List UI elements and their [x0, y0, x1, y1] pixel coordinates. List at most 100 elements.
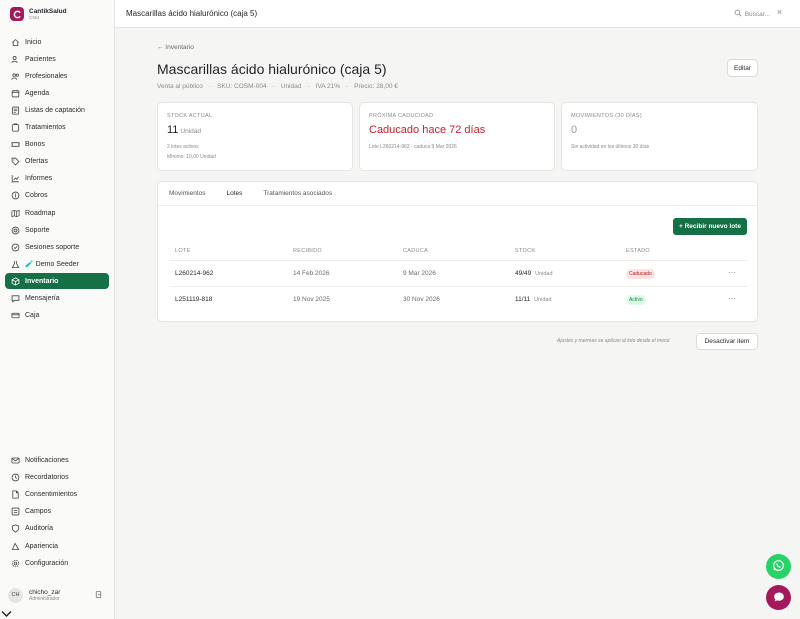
search-shortcut: ⌘ [777, 10, 782, 16]
sidebar-item-ofertas[interactable]: Ofertas [5, 153, 109, 169]
sidebar-item-demo-seeder[interactable]: 🧪 Demo Seeder [5, 256, 109, 272]
sidebar-item-informes[interactable]: Informes [5, 170, 109, 186]
message-icon [10, 293, 20, 303]
sidebar-item-recordatorios[interactable]: Recordatorios [5, 469, 109, 485]
stock-card: STOCK ACTUAL 11 Unidad 2 lotes activos Mí… [157, 102, 353, 171]
cash-icon [10, 310, 20, 320]
sidebar-item-label: Configuración [25, 559, 69, 567]
user-name: chicho_zar [29, 588, 61, 596]
flask-icon [10, 259, 20, 269]
sidebar-item-label: Informes [25, 174, 53, 182]
table-header: LOTE RECIBIDO CADUCA STOCK ESTADO [169, 242, 748, 261]
expiry-card-value: Caducado hace 72 días [369, 124, 486, 136]
deactivate-item-button[interactable]: Desactivar item [696, 333, 758, 350]
sidebar-item-label: Recordatorios [25, 473, 69, 481]
sidebar-item-configuracion[interactable]: Configuración [5, 555, 109, 571]
sidebar-item-profesionales[interactable]: Profesionales [5, 68, 109, 84]
support-icon [10, 225, 20, 235]
stock-card-value: 11 Unidad [167, 124, 343, 136]
brand-name: CantikSalud [29, 7, 67, 15]
sidebar-item-caja[interactable]: Caja [5, 307, 109, 323]
sidebar-item-apariencia[interactable]: Apariencia [5, 538, 109, 554]
clock-icon [10, 472, 20, 482]
more-options-icon[interactable]: ⋯ [728, 294, 736, 303]
search-input[interactable]: Buscar... [734, 9, 770, 19]
sidebar-item-label: Soporte [25, 226, 50, 234]
sidebar-item-inicio[interactable]: Inicio [5, 34, 109, 50]
lots-panel: Movimientos Lotes Tratamientos asociados… [157, 181, 758, 322]
adjustments-note: Ajustes y mermas se aplican al lote desd… [557, 338, 670, 344]
meta-sku: SKU: COSM-004 [217, 83, 267, 90]
table-row[interactable]: L260214-962 14 Feb 2026 9 Mar 2026 49/49… [169, 261, 748, 287]
sidebar-item-campos[interactable]: Campos [5, 503, 109, 519]
sidebar-item-label: Cobros [25, 191, 48, 199]
expiry-card-label: PRÓXIMA CADUCIDAD [369, 113, 434, 119]
sidebar-item-inventario[interactable]: Inventario [5, 273, 109, 289]
sidebar-item-label: Caja [25, 311, 40, 319]
tab-lotes[interactable]: Lotes [226, 190, 242, 197]
brand-sub: CSM [29, 14, 39, 20]
sidebar-item-auditoria[interactable]: Auditoría [5, 520, 109, 536]
whatsapp-button[interactable] [766, 554, 791, 579]
table-row[interactable]: L251119-818 19 Nov 2025 30 Nov 2026 11/1… [169, 287, 748, 313]
brand[interactable]: CantikSalud CSM [0, 0, 114, 28]
user-role: Administrador [29, 595, 60, 602]
column-header-stock: STOCK [515, 248, 536, 254]
meta-price: Precio: 28,00 € [354, 83, 398, 90]
sidebar-item-pacientes[interactable]: Pacientes [5, 51, 109, 67]
chart-icon [10, 173, 20, 183]
sidebar-item-label: Auditoría [25, 524, 54, 532]
home-icon [10, 37, 20, 47]
logout-icon[interactable] [94, 590, 103, 601]
back-link[interactable]: ← Inventario [157, 44, 194, 51]
calendar-icon [10, 88, 20, 98]
list-icon [10, 105, 20, 115]
sidebar-item-cobros[interactable]: Cobros [5, 187, 109, 203]
gear-icon [10, 558, 20, 568]
sidebar-item-label: Campos [25, 507, 52, 515]
sidebar-item-soporte[interactable]: Soporte [5, 222, 109, 238]
minimum-stock-text: Mínimo: 10,00 Unidad [167, 154, 216, 160]
tag-icon [10, 156, 20, 166]
palette-icon [10, 541, 20, 551]
fields-icon [10, 506, 20, 516]
active-lots-text: 2 lotes activos [167, 144, 199, 150]
sidebar-item-agenda[interactable]: Agenda [5, 85, 109, 101]
lot-stock-value: 11/11 [515, 296, 531, 303]
sidebar-item-consentimientos[interactable]: Consentimientos [5, 486, 109, 502]
sidebar-item-mensajeria[interactable]: Mensajería [5, 290, 109, 306]
users-icon [10, 54, 20, 64]
sidebar-item-label: Tratamientos [25, 123, 66, 131]
sidebar-item-sesiones-soporte[interactable]: Sesiones soporte [5, 239, 109, 255]
tab-movimientos[interactable]: Movimientos [169, 190, 205, 197]
status-badge: Caducado [626, 269, 655, 279]
sidebar-item-label: Roadmap [25, 209, 56, 217]
user-group-icon [10, 71, 20, 81]
sidebar-item-label: Apariencia [25, 542, 59, 550]
tab-bar: Movimientos Lotes Tratamientos asociados [158, 182, 757, 206]
expiry-card: PRÓXIMA CADUCIDAD Caducado hace 72 días … [359, 102, 555, 171]
brand-logo-icon [10, 7, 24, 21]
meta-category: Venta al público [157, 83, 203, 90]
user-profile[interactable]: CH chicho_zar Administrador [5, 583, 109, 607]
sidebar-item-label: Consentimientos [25, 490, 78, 498]
sidebar-item-notificaciones[interactable]: Notificaciones [5, 452, 109, 468]
chat-button[interactable] [766, 585, 791, 610]
sidebar-item-listas-captacion[interactable]: Listas de captación [5, 102, 109, 118]
more-options-icon[interactable]: ⋯ [728, 268, 736, 277]
lot-stock: 49/49 Unidad [515, 270, 553, 277]
top-bar-title: Mascarillas ácido hialurónico (caja 5) [126, 9, 258, 18]
edit-button[interactable]: Editar [727, 59, 758, 77]
chat-bubble-icon [773, 591, 785, 605]
sidebar-item-label: Ofertas [25, 157, 48, 165]
sidebar-item-label: 🧪 Demo Seeder [25, 261, 79, 268]
sidebar-item-tratamientos[interactable]: Tratamientos [5, 119, 109, 135]
tab-tratamientos-asociados[interactable]: Tratamientos asociados [263, 190, 332, 197]
whatsapp-icon [772, 559, 785, 574]
stock-card-label: STOCK ACTUAL [167, 113, 213, 119]
expiry-date: 30 Nov 2026 [403, 296, 440, 303]
sidebar-item-roadmap[interactable]: Roadmap [5, 205, 109, 221]
chevron-down-icon[interactable] [1, 610, 12, 619]
receive-lot-button[interactable]: + Recibir nuevo lote [673, 218, 747, 235]
sidebar-item-bonos[interactable]: Bonos [5, 136, 109, 152]
